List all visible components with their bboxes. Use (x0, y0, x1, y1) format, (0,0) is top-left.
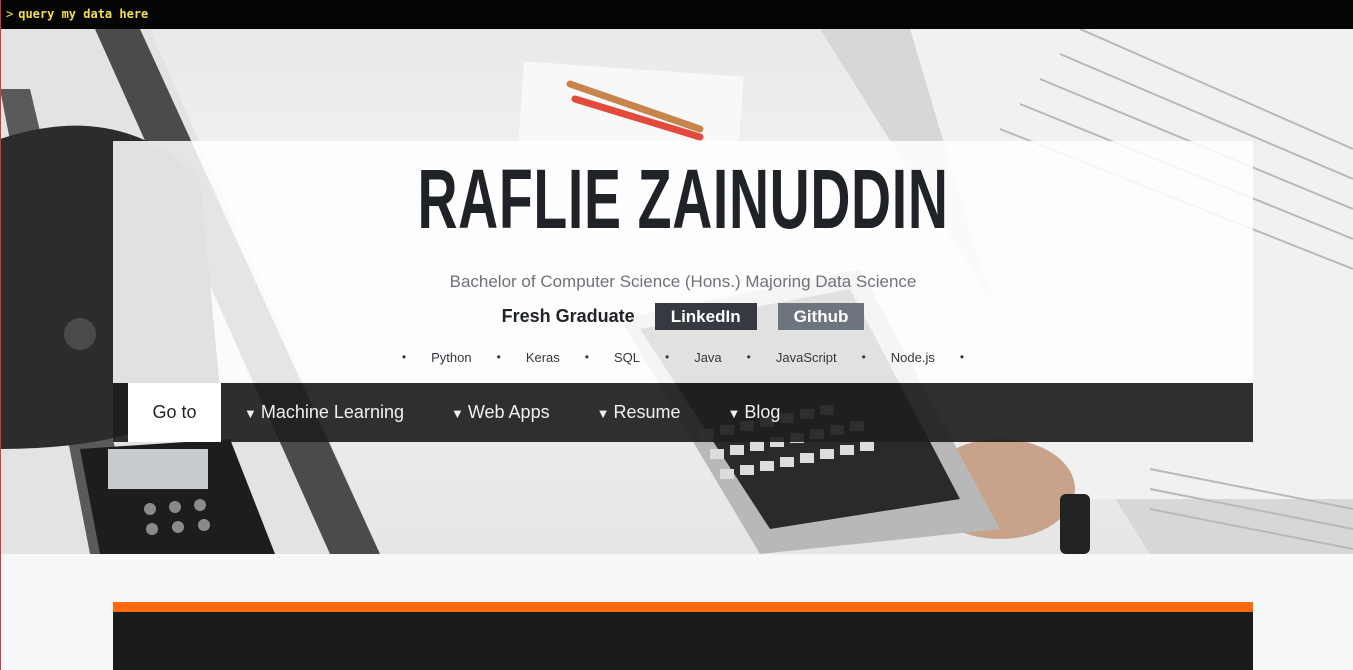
nav-bar: Go to ▼ Machine Learning ▼ Web Apps ▼ Resum… (113, 383, 1253, 442)
caret-down-icon: ▼ (596, 406, 610, 421)
github-button[interactable]: Github (777, 303, 865, 330)
prompt-symbol: > (6, 7, 14, 21)
status-row: Fresh Graduate LinkedIn Github (113, 303, 1253, 330)
skill-item-javascript: JavaScript (775, 349, 837, 365)
skills-list: • Python • Keras • SQL • Java • JavaScri… (113, 347, 1253, 367)
skill-separator: • (401, 350, 407, 364)
caret-down-icon: ▼ (727, 406, 741, 421)
linkedin-button[interactable]: LinkedIn (654, 303, 757, 330)
section-accent-bar (113, 602, 1253, 612)
nav-menu: ▼ Machine Learning ▼ Web Apps ▼ Resume ▼ Blo… (244, 383, 827, 442)
skill-separator: • (584, 350, 589, 364)
skill-separator: • (861, 350, 866, 364)
query-input[interactable]: > query my data here (0, 0, 1353, 29)
nav-item-machine-learning[interactable]: ▼ Machine Learning (244, 402, 404, 423)
nav-item-label: Web Apps (467, 402, 550, 422)
caret-down-icon: ▼ (450, 406, 464, 421)
nav-item-web-apps[interactable]: ▼ Web Apps (451, 402, 550, 423)
degree-subtitle: Bachelor of Computer Science (Hons.) Maj… (449, 272, 917, 291)
query-text[interactable]: query my data here (18, 7, 148, 21)
page-title: RAFLIE ZAINUDDIN (417, 152, 949, 246)
skill-separator: • (959, 350, 965, 364)
skill-item-java: Java (694, 349, 722, 365)
nav-item-resume[interactable]: ▼ Resume (597, 402, 681, 423)
content-panel (113, 612, 1253, 670)
nav-item-label: Machine Learning (260, 402, 404, 422)
profile-card: RAFLIE ZAINUDDIN Bachelor of Computer Sc… (113, 141, 1253, 383)
skill-item-nodejs: Node.js (890, 349, 935, 365)
skill-item-keras: Keras (525, 349, 560, 365)
hero-section: RAFLIE ZAINUDDIN Bachelor of Computer Sc… (0, 29, 1353, 554)
window-edge (0, 0, 1, 670)
nav-item-label: Resume (613, 402, 681, 422)
skill-item-sql: SQL (613, 349, 640, 365)
skill-item-python: Python (431, 349, 472, 365)
nav-item-blog[interactable]: ▼ Blog (728, 402, 781, 423)
caret-down-icon: ▼ (244, 406, 257, 421)
skill-separator: • (746, 350, 751, 364)
skill-separator: • (496, 350, 501, 364)
skill-separator: • (665, 350, 670, 364)
nav-goto-label: Go to (128, 383, 221, 442)
status-label: Fresh Graduate (501, 306, 635, 326)
nav-item-label: Blog (744, 402, 781, 422)
